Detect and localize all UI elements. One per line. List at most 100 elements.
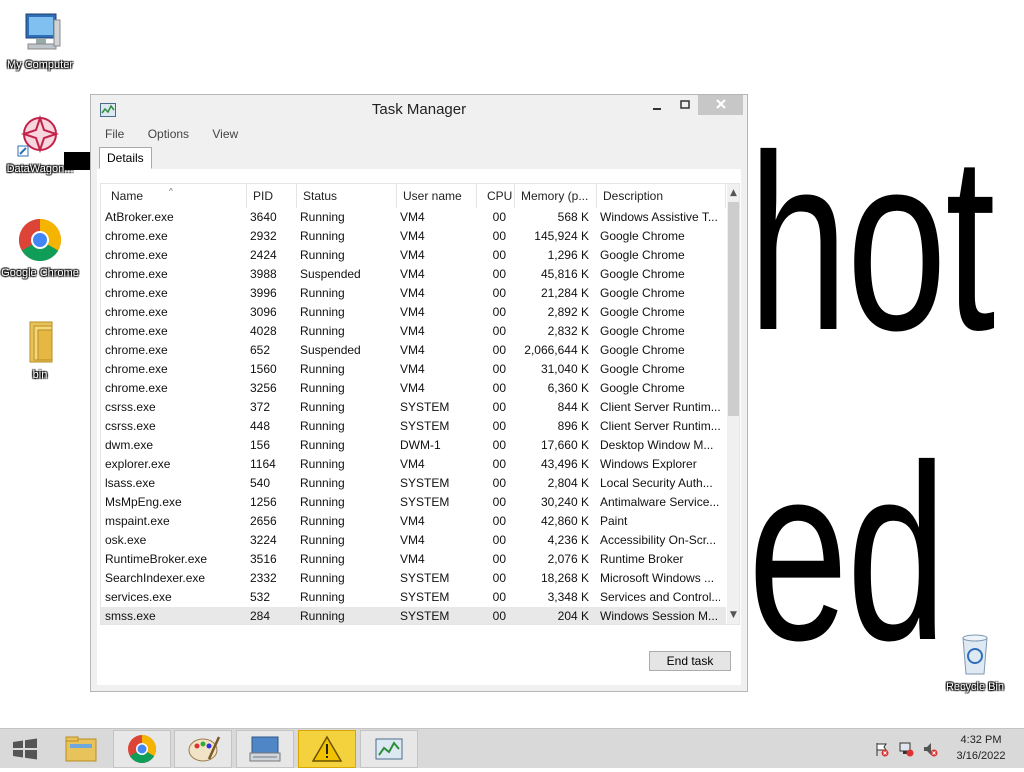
cell-status: Suspended — [300, 267, 361, 281]
column-header-user-name[interactable]: User name — [397, 184, 477, 208]
cell-pid: 284 — [250, 609, 271, 623]
column-header-description[interactable]: Description — [597, 184, 726, 208]
volume-muted-icon[interactable] — [922, 741, 938, 757]
table-row[interactable]: chrome.exe 2932 Running VM4 00 145,924 K Googl… — [101, 227, 726, 246]
cell-name: csrss.exe — [105, 419, 156, 433]
cell-pid: 652 — [250, 343, 271, 357]
cell-description: Google Chrome — [600, 286, 685, 300]
clock-date: 3/16/2022 — [956, 750, 1006, 762]
desktop-icon-recycle-bin[interactable]: Recycle Bin — [935, 630, 1015, 694]
taskbar-warning-app[interactable] — [298, 730, 356, 768]
folder-icon — [16, 318, 64, 366]
cell-status: Running — [300, 305, 345, 319]
menu-view[interactable]: View — [206, 125, 238, 143]
table-row[interactable]: SearchIndexer.exe 2332 Running SYSTEM 00 18,2… — [101, 569, 726, 588]
column-header-label: Status — [303, 189, 338, 203]
desktop-icon-google-chrome[interactable]: Google Chrome — [0, 216, 80, 280]
table-row[interactable]: chrome.exe 3096 Running VM4 00 2,892 K Google … — [101, 303, 726, 322]
minimize-button[interactable] — [643, 95, 671, 115]
table-row[interactable]: AtBroker.exe 3640 Running VM4 00 568 K Windows… — [101, 208, 726, 227]
cell-status: Running — [300, 514, 345, 528]
cell-memory: 21,284 K — [540, 286, 589, 300]
table-row[interactable]: chrome.exe 4028 Running VM4 00 2,832 K Google … — [101, 322, 726, 341]
cell-memory: 45,816 K — [540, 267, 589, 281]
cell-status: Running — [300, 552, 345, 566]
desktop-icon-bin[interactable]: bin — [0, 318, 80, 382]
table-row[interactable]: chrome.exe 3256 Running VM4 00 6,360 K Google … — [101, 379, 726, 398]
cell-memory: 42,860 K — [540, 514, 589, 528]
cell-description: Google Chrome — [600, 248, 685, 262]
table-row[interactable]: osk.exe 3224 Running VM4 00 4,236 K Accessibil… — [101, 531, 726, 550]
cell-status: Suspended — [300, 343, 361, 357]
taskbar-chrome[interactable] — [113, 730, 171, 768]
cell-pid: 156 — [250, 438, 271, 452]
cell-name: lsass.exe — [105, 476, 156, 490]
details-panel: Name ^ PID Status User name CPU Memory (… — [97, 169, 741, 685]
table-row[interactable]: chrome.exe 1560 Running VM4 00 31,040 K Google… — [101, 360, 726, 379]
column-header-memory[interactable]: Memory (p... — [515, 184, 597, 208]
table-row[interactable]: csrss.exe 448 Running SYSTEM 00 896 K Client S… — [101, 417, 726, 436]
column-header-cpu[interactable]: CPU — [477, 184, 515, 208]
action-center-flag-icon[interactable] — [874, 741, 890, 757]
table-row[interactable]: chrome.exe 3988 Suspended VM4 00 45,816 K Goog… — [101, 265, 726, 284]
task-manager-icon — [375, 738, 403, 760]
column-header-status[interactable]: Status — [297, 184, 397, 208]
table-row[interactable]: mspaint.exe 2656 Running VM4 00 42,860 K Paint — [101, 512, 726, 531]
scroll-down-icon[interactable]: ▼ — [727, 608, 739, 622]
close-button[interactable] — [698, 95, 743, 115]
table-row[interactable]: chrome.exe 652 Suspended VM4 00 2,066,644 K Go… — [101, 341, 726, 360]
start-button[interactable] — [0, 730, 50, 768]
cell-pid: 2332 — [250, 571, 277, 585]
taskbar-task-manager[interactable] — [360, 730, 418, 768]
clock-time: 4:32 PM — [960, 734, 1002, 746]
cell-name: chrome.exe — [105, 248, 168, 262]
maximize-button[interactable] — [671, 95, 699, 115]
cell-memory: 2,076 K — [547, 552, 589, 566]
table-row[interactable]: services.exe 532 Running SYSTEM 00 3,348 K Ser… — [101, 588, 726, 607]
cell-name: MsMpEng.exe — [105, 495, 182, 509]
cell-memory: 31,040 K — [540, 362, 589, 376]
table-row[interactable]: csrss.exe 372 Running SYSTEM 00 844 K Client S… — [101, 398, 726, 417]
table-row[interactable]: explorer.exe 1164 Running VM4 00 43,496 K Wind… — [101, 455, 726, 474]
cell-pid: 448 — [250, 419, 271, 433]
taskbar-clock[interactable]: 4:32 PM 3/16/2022 — [950, 732, 1012, 764]
cell-status: Running — [300, 438, 345, 452]
taskbar-paint[interactable] — [174, 730, 232, 768]
end-task-button[interactable]: End task — [649, 651, 731, 671]
network-icon[interactable] — [898, 741, 914, 757]
desktop-icon-my-computer[interactable]: My Computer — [0, 8, 80, 72]
taskbar-on-screen-keyboard[interactable] — [236, 730, 294, 768]
menu-file[interactable]: File — [99, 125, 124, 143]
cell-status: Running — [300, 457, 345, 471]
column-header-name[interactable]: Name ^ — [101, 184, 247, 208]
cell-pid: 3640 — [250, 210, 277, 224]
cell-status: Running — [300, 609, 345, 623]
cell-pid: 2656 — [250, 514, 277, 528]
cell-description: Windows Assistive T... — [600, 210, 718, 224]
cell-user-name: DWM-1 — [400, 438, 441, 452]
table-row[interactable]: dwm.exe 156 Running DWM-1 00 17,660 K Desktop … — [101, 436, 726, 455]
table-row[interactable]: smss.exe 284 Running SYSTEM 00 204 K Windows S… — [101, 607, 726, 624]
cell-cpu: 00 — [492, 495, 506, 509]
cell-user-name: VM4 — [400, 267, 425, 281]
table-row[interactable]: chrome.exe 2424 Running VM4 00 1,296 K Google … — [101, 246, 726, 265]
table-row[interactable]: lsass.exe 540 Running SYSTEM 00 2,804 K Local … — [101, 474, 726, 493]
taskbar-file-explorer[interactable] — [52, 730, 110, 768]
cell-status: Running — [300, 210, 345, 224]
table-row[interactable]: chrome.exe 3996 Running VM4 00 21,284 K Google… — [101, 284, 726, 303]
vertical-scrollbar[interactable]: ▲ ▼ — [727, 184, 739, 624]
cell-user-name: VM4 — [400, 457, 425, 471]
table-row[interactable]: RuntimeBroker.exe 3516 Running VM4 00 2,076 K… — [101, 550, 726, 569]
tab-details[interactable]: Details — [99, 147, 152, 169]
cell-name: chrome.exe — [105, 343, 168, 357]
column-header-pid[interactable]: PID — [247, 184, 297, 208]
title-bar[interactable]: Task Manager — [91, 95, 747, 123]
menu-options[interactable]: Options — [142, 125, 189, 143]
cell-description: Accessibility On-Scr... — [600, 533, 717, 547]
scroll-thumb[interactable] — [728, 202, 739, 416]
cell-user-name: SYSTEM — [400, 590, 450, 604]
scroll-up-icon[interactable]: ▲ — [727, 186, 739, 200]
table-row[interactable]: MsMpEng.exe 1256 Running SYSTEM 00 30,240 K An… — [101, 493, 726, 512]
desktop-icon-label: My Computer — [6, 59, 74, 71]
cell-user-name: VM4 — [400, 305, 425, 319]
